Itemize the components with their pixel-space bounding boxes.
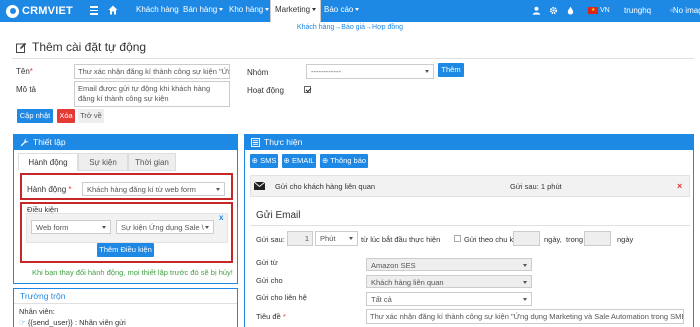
guitheochuky-checkbox[interactable] [454, 235, 461, 242]
ten-label: Tên* [16, 67, 33, 76]
hanhdong-label: Hành động * [27, 185, 72, 194]
plus-circle-icon: ⊕ [283, 156, 290, 165]
delay-unit-select[interactable]: Phút [315, 231, 358, 246]
guisau-label: Gửi sau: [256, 235, 285, 244]
hanhdong-select[interactable]: Khách hàng đăng kí từ web form [82, 182, 225, 196]
mota-textarea[interactable]: Email được gửi tự động khi khách hàng đă… [74, 81, 230, 107]
chevron-down-icon [523, 264, 527, 267]
them-dieukien-button[interactable]: Thêm Điều kiện [97, 243, 154, 257]
hamburger-menu-icon[interactable] [90, 6, 98, 16]
tab-thoi-gian[interactable]: Thời gian [128, 153, 176, 171]
gui-email-heading: Gửi Email [256, 210, 301, 221]
chevron-down-icon [425, 70, 429, 73]
guitu-select[interactable]: Amazon SES [366, 258, 532, 271]
delay-input[interactable]: 1 [287, 231, 313, 246]
dieukien-label: Điều kiện [27, 205, 59, 214]
guicholienhe-label: Gửi cho liên hệ [256, 293, 307, 302]
user-icon[interactable] [532, 6, 541, 15]
hoatdong-label: Hoạt động [247, 86, 284, 95]
nav-kho-hang[interactable]: Kho hàng [225, 0, 273, 22]
logo-text: CRMVIET [22, 5, 73, 17]
trove-button[interactable]: Trở về [78, 109, 104, 123]
guicho-label: Gửi cho [256, 276, 283, 285]
xoa-button[interactable]: Xóa [57, 109, 75, 123]
ten-input[interactable]: Thư xác nhận đăng kí thành công sự kiện … [74, 64, 230, 79]
them-nhom-button[interactable]: Thêm [438, 63, 464, 77]
tieude-input[interactable]: Thư xác nhận đăng kí thành công sự kiện … [366, 309, 684, 324]
thongbao-button[interactable]: ⊕ Thông báo [320, 154, 368, 168]
guitheochuky-label: Gửi theo chu kì [464, 235, 516, 244]
nav-ban-hang[interactable]: Bán hàng [179, 0, 227, 22]
plus-circle-icon: ⊕ [321, 156, 329, 165]
thuchien-header: Thực hiện [245, 135, 693, 150]
thietlap-header: Thiết lập [14, 135, 237, 150]
chevron-down-icon [205, 226, 209, 229]
chevron-down-icon [523, 298, 527, 301]
edit-icon [16, 42, 27, 53]
action-row-label: Gửi cho khách hàng liên quan [275, 182, 376, 191]
home-icon[interactable] [108, 5, 118, 15]
nhom-select[interactable]: ------------ [306, 64, 434, 79]
guicho-select[interactable]: Khách hàng liên quan [366, 275, 532, 288]
send-user-item[interactable]: ☞ {{send_user}} : Nhân viên gửi [19, 318, 126, 327]
tieude-label: Tiêu đề * [256, 312, 286, 321]
envelope-icon [254, 182, 265, 190]
delay-suffix: từ lúc bắt đầu thực hiện [361, 235, 441, 244]
remove-condition-icon[interactable]: x [219, 213, 223, 222]
nhanvien-label: Nhân viên: [19, 307, 55, 316]
hand-pointer-icon: ☞ [19, 318, 26, 327]
gear-icon[interactable] [549, 6, 558, 15]
avatar[interactable]: ▫No image [670, 0, 700, 21]
chevron-down-icon [102, 226, 106, 229]
title-divider [12, 58, 694, 59]
nav-marketing[interactable]: Marketing [270, 0, 322, 22]
nhom-label: Nhóm [247, 68, 269, 77]
language-label[interactable]: VN [600, 0, 610, 21]
chevron-down-icon [349, 237, 353, 240]
chevron-down-icon [355, 8, 360, 12]
top-navbar: CRMVIET Khách hàng Bán hàng Kho hàng Mar… [0, 0, 700, 22]
chevron-down-icon [216, 188, 220, 191]
cycle-days-input[interactable] [513, 231, 540, 246]
vietnam-flag-icon[interactable]: ★ [588, 7, 598, 14]
page-title: Thêm cài đặt tự động [16, 40, 146, 54]
sms-button[interactable]: ⊕ SMS [250, 154, 278, 168]
condition-field-select[interactable]: Web form [31, 220, 111, 234]
hoatdong-checkbox[interactable] [304, 86, 311, 93]
within-days-input[interactable] [584, 231, 611, 246]
logo-mark-icon [6, 4, 19, 18]
capnhat-button[interactable]: Cập nhật [17, 109, 53, 123]
ngay-label: ngày, [544, 235, 562, 244]
plus-circle-icon: ⊕ [251, 156, 258, 165]
warning-text: Khi bạn thay đổi hành động, mọi thiết lậ… [32, 268, 233, 277]
breadcrumb[interactable]: Khách hàng→Báo giá→Hợp đồng [0, 24, 700, 31]
guitu-label: Gửi từ [256, 258, 278, 267]
list-icon [251, 138, 260, 147]
guicholienhe-select[interactable]: Tất cả [366, 292, 532, 306]
wrench-icon [20, 138, 29, 147]
condition-value-select[interactable]: Sự kiện Ứng dụng Sale \ [116, 220, 214, 234]
ngay2-label: ngày [617, 235, 634, 244]
chevron-down-icon [219, 8, 224, 12]
action-row-timing: Gửi sau: 1 phút [510, 182, 562, 191]
nav-khach-hang[interactable]: Khách hàng [132, 0, 183, 22]
divider [250, 225, 690, 226]
chevron-down-icon [523, 281, 527, 284]
drop-icon[interactable] [566, 6, 575, 15]
trong-label: trong [566, 235, 584, 244]
tab-hanh-dong[interactable]: Hành động [18, 153, 78, 171]
remove-action-icon[interactable]: × [677, 181, 682, 191]
username[interactable]: trunghq [624, 0, 651, 21]
nav-bao-cao[interactable]: Báo cáo [320, 0, 363, 22]
chevron-down-icon [312, 8, 317, 12]
tab-su-kien[interactable]: Sự kiện [78, 153, 128, 171]
logo[interactable]: CRMVIET [6, 4, 73, 18]
mota-label: Mô tả [16, 85, 37, 94]
chevron-down-icon [265, 8, 270, 12]
email-button[interactable]: ⊕ EMAIL [282, 154, 316, 168]
truongtron-header: Trường trộn [14, 289, 237, 304]
